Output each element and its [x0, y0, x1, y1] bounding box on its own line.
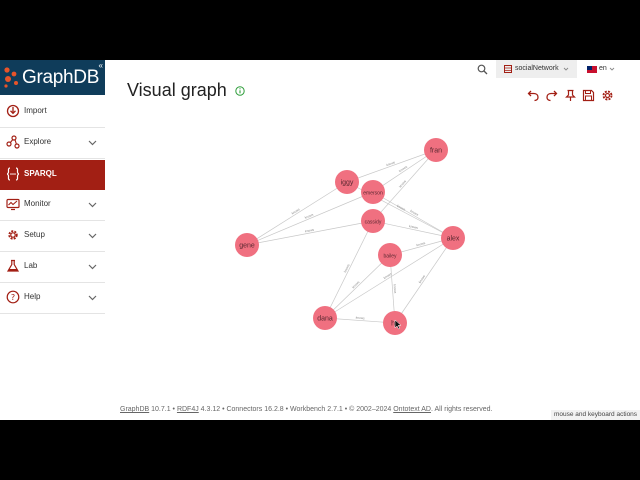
graphdb-link[interactable]: GraphDB: [120, 406, 149, 413]
edge-label: knows: [393, 284, 398, 294]
collapse-sidebar-icon[interactable]: «: [99, 61, 103, 70]
chevron-down-icon: [88, 295, 97, 301]
redo-icon[interactable]: [545, 89, 558, 102]
sparql-icon: [6, 167, 20, 181]
graph-node-gene[interactable]: gene: [235, 233, 259, 257]
sidebar-item-explore[interactable]: Explore: [0, 128, 105, 158]
sidebar-item-label: Help: [24, 292, 41, 301]
graph-node-label: gene: [239, 243, 255, 250]
sidebar-item-monitor[interactable]: Monitor: [0, 190, 105, 220]
footer-versions: 4.3.12 • Connectors 16.2.8 • Workbench 2…: [198, 406, 394, 413]
graph-node-label: cassidy: [365, 220, 382, 226]
visual-graph-canvas[interactable]: knowsknowsknowsknowsknowsknowsknowsknows…: [105, 130, 485, 340]
graph-edge[interactable]: [372, 191, 454, 239]
settings-gear-icon[interactable]: [601, 89, 614, 102]
info-icon[interactable]: [235, 86, 245, 96]
graph-node-dana[interactable]: dana: [313, 306, 337, 330]
mouse-keyboard-actions-button[interactable]: mouse and keyboard actions: [551, 410, 640, 420]
graphdb-logo-icon: [4, 67, 18, 88]
divider: [0, 313, 105, 314]
graph-node-alex[interactable]: alex: [441, 226, 465, 250]
save-icon[interactable]: [582, 89, 595, 102]
edge-label: knows: [416, 241, 426, 247]
graph-node-emerson[interactable]: emerson: [361, 180, 385, 204]
repository-selector[interactable]: socialNetwork: [496, 60, 577, 78]
footer: GraphDB 10.7.1 • RDF4J 4.3.12 • Connecto…: [120, 406, 492, 413]
graph-edge[interactable]: [346, 149, 437, 183]
graph-node-label: iggy: [341, 180, 354, 187]
graph-edge[interactable]: [324, 220, 374, 319]
language-label: en: [599, 65, 607, 72]
graph-node-fran[interactable]: fran: [424, 138, 448, 162]
graphdb-logo[interactable]: GraphDB «: [0, 60, 105, 95]
graph-node-label: alex: [447, 236, 460, 243]
sidebar: GraphDB « Import Explore SPARQL Monitor …: [0, 60, 105, 420]
flag-icon: [587, 66, 597, 73]
sidebar-item-label: Import: [24, 106, 47, 115]
graph-node-iggy[interactable]: iggy: [335, 170, 359, 194]
repository-name: socialNetwork: [515, 65, 559, 72]
import-icon: [6, 104, 20, 118]
sidebar-item-label: Monitor: [24, 199, 51, 208]
graph-edge[interactable]: [246, 191, 374, 246]
sidebar-item-lab[interactable]: Lab: [0, 252, 105, 282]
svg-text:?: ?: [11, 293, 15, 302]
language-selector[interactable]: en: [587, 63, 627, 77]
ontotext-link[interactable]: Ontotext AD: [393, 406, 431, 413]
app-window: GraphDB « Import Explore SPARQL Monitor …: [0, 60, 640, 420]
graph-edge[interactable]: [372, 220, 454, 239]
graph-node-bailey[interactable]: bailey: [378, 243, 402, 267]
graph-node-label: bailey: [383, 254, 397, 260]
graph-node-label: fran: [430, 148, 442, 155]
graph-node-cassidy[interactable]: cassidy: [361, 209, 385, 233]
chevron-down-icon: [88, 202, 97, 208]
graph-edge[interactable]: [394, 237, 454, 324]
help-icon: ?: [6, 290, 20, 304]
sidebar-item-sparql[interactable]: SPARQL: [0, 160, 105, 190]
footer-version: 10.7.1 •: [149, 406, 177, 413]
sidebar-item-label: Lab: [24, 261, 38, 270]
chevron-down-icon: [563, 67, 569, 71]
monitor-icon: [6, 198, 20, 211]
chevron-down-icon: [88, 264, 97, 270]
search-icon[interactable]: [477, 64, 488, 75]
page-title: Visual graph: [127, 80, 227, 100]
sidebar-item-import[interactable]: Import: [0, 97, 105, 127]
brand-name: GraphDB: [22, 67, 100, 88]
edge-label: knows: [356, 316, 366, 321]
sidebar-item-setup[interactable]: Setup: [0, 221, 105, 251]
gear-icon: [8, 230, 18, 240]
footer-rights: . All rights reserved.: [430, 406, 493, 413]
sidebar-item-label: Setup: [24, 230, 45, 239]
graph-node-label: dana: [317, 316, 333, 323]
sidebar-item-help[interactable]: ? Help: [0, 283, 105, 313]
pin-icon[interactable]: [564, 89, 577, 102]
sidebar-item-label: SPARQL: [24, 169, 57, 178]
chevron-down-icon: [88, 140, 97, 146]
sidebar-item-label: Explore: [24, 137, 52, 146]
divider: [0, 158, 105, 159]
flask-icon: [6, 259, 20, 272]
undo-icon[interactable]: [527, 89, 540, 102]
chevron-down-icon: [88, 233, 97, 239]
graph-edge[interactable]: [324, 254, 391, 319]
chevron-down-icon: [609, 67, 615, 71]
explore-icon: [6, 135, 20, 149]
repository-icon: [504, 65, 512, 73]
graph-node-label: emerson: [363, 191, 383, 197]
rdf4j-link[interactable]: RDF4J: [177, 406, 199, 413]
